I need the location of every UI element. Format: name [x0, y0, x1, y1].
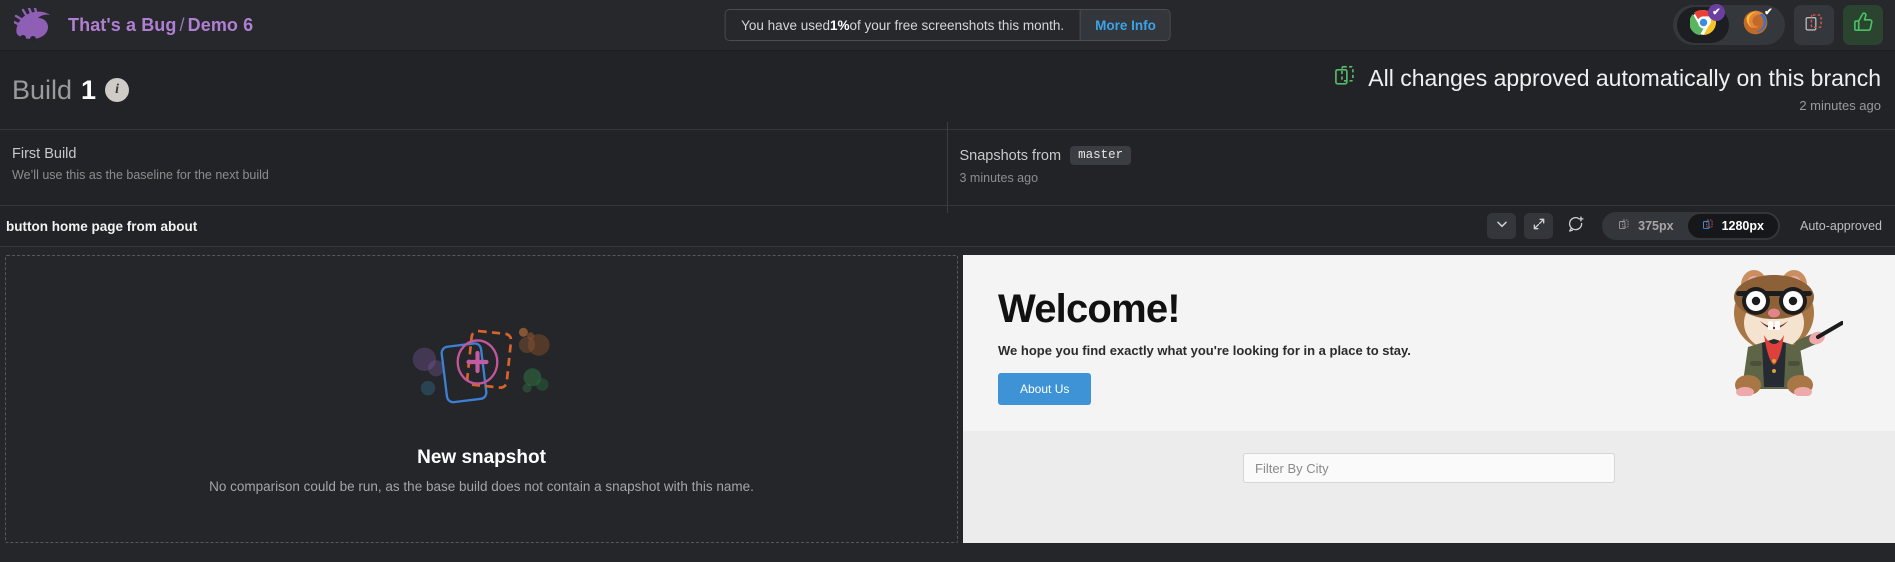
expand-snapshot-button[interactable]	[1524, 213, 1554, 239]
first-build-subtitle: We’ll use this as the baseline for the n…	[12, 168, 269, 182]
viewport-width-selector: 375px 1280px	[1602, 212, 1780, 240]
collapse-snapshot-button[interactable]	[1487, 213, 1517, 239]
first-build-cell: First Build We’ll use this as the baseli…	[0, 130, 948, 205]
breadcrumb-separator: /	[179, 14, 185, 35]
snapshots-from-timestamp: 3 minutes ago	[959, 171, 1039, 185]
snapshot-diff-icon	[1804, 12, 1825, 38]
build-number: 1	[81, 74, 97, 105]
browser-chrome-button[interactable]: ✔	[1677, 4, 1729, 43]
page-title: Build 1 i	[0, 74, 130, 106]
top-right-actions: ✔ ✔	[1673, 4, 1883, 45]
breadcrumb-project[interactable]: Demo 6	[188, 15, 254, 35]
snapshot-toolbar-actions: 375px 1280px Auto-approved	[1487, 212, 1882, 240]
snapshot-approved-icon	[1333, 63, 1358, 93]
expand-arrows-icon	[1532, 217, 1546, 236]
breadcrumb-org[interactable]: That's a Bug	[68, 15, 177, 35]
firefox-approved-check-icon: ✔	[1764, 7, 1773, 18]
snapshots-from-cell: Snapshots from master 3 minutes ago	[946, 122, 1895, 213]
baseline-pane: New snapshot No comparison could be run,…	[0, 247, 963, 543]
build-label: Build	[12, 74, 73, 105]
width-option-1280[interactable]: 1280px	[1687, 214, 1778, 238]
width-option-375-label: 375px	[1638, 219, 1674, 233]
brand[interactable]: That's a Bug / Demo 6	[0, 8, 253, 42]
usage-prefix: You have used	[741, 17, 830, 33]
snapshots-from-title: Snapshots from master	[960, 146, 1895, 165]
hamster-mascot-icon	[1718, 261, 1844, 397]
preview-filter-section: Filter By City	[963, 431, 1895, 543]
filter-by-city-input[interactable]: Filter By City	[1243, 453, 1615, 483]
snapshot-width-active-icon	[1702, 218, 1715, 234]
snapshot-toolbar: button home page from about 375px 1280px…	[0, 206, 1895, 247]
new-snapshot-title: New snapshot	[417, 447, 546, 468]
usage-percent: 1%	[829, 17, 850, 33]
hedgehog-logo-icon	[14, 8, 56, 42]
breadcrumb: That's a Bug / Demo 6	[68, 15, 253, 36]
approval-status: All changes approved automatically on th…	[1333, 63, 1881, 113]
comparison-area: New snapshot No comparison could be run,…	[0, 247, 1895, 543]
chrome-approved-check-icon: ✔	[1708, 4, 1725, 21]
snapshot-name: button home page from about	[6, 218, 198, 234]
snapshot-diff-button[interactable]	[1794, 5, 1834, 45]
new-snapshot-pane: Welcome! We hope you find exactly what y…	[963, 247, 1895, 543]
thumbs-up-button[interactable]	[1843, 5, 1883, 45]
width-option-375[interactable]: 375px	[1604, 214, 1687, 238]
preview-hero: Welcome! We hope you find exactly what y…	[963, 255, 1895, 431]
usage-suffix: of your free screenshots this month.	[849, 17, 1065, 33]
build-header: Build 1 i All changes approved automatic…	[0, 51, 1895, 130]
new-snapshot-placeholder: New snapshot No comparison could be run,…	[5, 255, 958, 543]
approval-message: All changes approved automatically on th…	[1368, 64, 1881, 91]
preview-about-us-button[interactable]: About Us	[998, 373, 1092, 405]
build-info-strip: First Build We’ll use this as the baseli…	[0, 122, 1895, 213]
snapshot-preview[interactable]: Welcome! We hope you find exactly what y…	[963, 255, 1895, 543]
usage-banner: You have used 1% of your free screenshot…	[724, 9, 1171, 41]
chevron-down-icon	[1495, 217, 1509, 236]
status-badge: Auto-approved	[1799, 219, 1882, 233]
browser-selector: ✔ ✔	[1673, 4, 1785, 45]
snapshot-width-icon	[1618, 218, 1631, 234]
add-comment-icon	[1567, 215, 1585, 238]
top-bar: That's a Bug / Demo 6 You have used 1% of …	[0, 0, 1895, 51]
approval-timestamp: 2 minutes ago	[1799, 98, 1881, 113]
new-snapshot-illustration	[392, 312, 572, 435]
browser-firefox-button[interactable]: ✔	[1729, 7, 1781, 43]
branch-badge: master	[1070, 146, 1132, 165]
new-snapshot-description: No comparison could be run, as the base …	[209, 479, 754, 494]
snapshots-from-label: Snapshots from	[959, 147, 1062, 164]
add-comment-button[interactable]	[1561, 213, 1590, 239]
build-info-badge[interactable]: i	[105, 78, 130, 102]
width-option-1280-label: 1280px	[1721, 219, 1764, 233]
first-build-title: First Build	[12, 146, 77, 162]
thumbs-up-icon	[1852, 11, 1875, 39]
more-info-button[interactable]: More Info	[1080, 10, 1170, 40]
usage-message: You have used 1% of your free screenshot…	[725, 10, 1081, 40]
